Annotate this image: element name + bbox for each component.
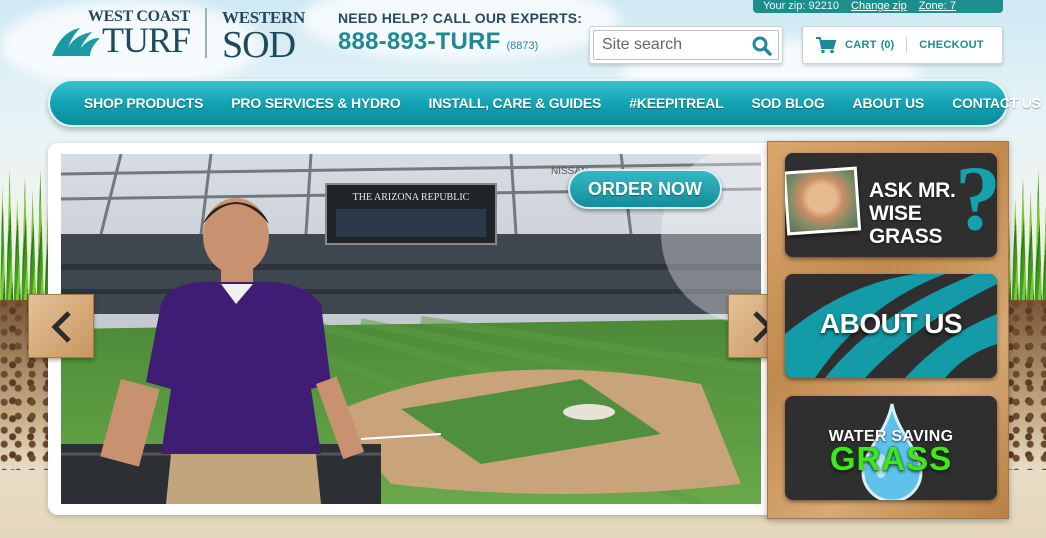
main-nav: SHOP PRODUCTS PRO SERVICES & HYDRO INSTA… <box>48 79 1041 127</box>
help-contact: NEED HELP? CALL OUR EXPERTS: 888-893-TUR… <box>338 10 582 56</box>
western-sod-logo[interactable]: WESTERN SOD <box>222 8 312 64</box>
nav-contact-us[interactable]: CONTACT US <box>938 95 1046 111</box>
nav-keepitreal[interactable]: #KEEPITREAL <box>615 95 737 111</box>
cart-box: CART (0) CHECKOUT <box>802 26 1003 64</box>
phone-digits: (8873) <box>506 40 539 52</box>
about-promo-label: ABOUT US <box>819 308 963 339</box>
hero-slider: THE ARIZONA REPUBLIC NISSAN ORDER NOW <box>48 143 778 515</box>
ask-line2: WISE GRASS <box>869 202 943 248</box>
ask-promo-text: ASK MR. WISE GRASS <box>869 179 997 248</box>
cart-divider <box>906 37 908 53</box>
phone-number[interactable]: 888-893-TURF <box>338 28 500 56</box>
cart-icon[interactable] <box>815 36 837 54</box>
search-icon[interactable] <box>752 36 772 56</box>
cart-count: (0) <box>880 39 895 51</box>
water-saving-grass-promo[interactable]: WATER SAVING GRASS <box>785 396 997 500</box>
nav-pro-services[interactable]: PRO SERVICES & HYDRO <box>217 95 414 111</box>
nav-sod-blog[interactable]: SOD BLOG <box>737 95 838 111</box>
west-coast-turf-logo[interactable]: WEST COAST TURF <box>50 8 191 60</box>
mr-wise-grass-photo <box>785 166 862 236</box>
ask-line1: ASK MR. <box>869 179 956 202</box>
nav-install-care[interactable]: INSTALL, CARE & GUIDES <box>415 95 616 111</box>
nav-shop-products[interactable]: SHOP PRODUCTS <box>70 95 217 111</box>
location-strip: Your zip: 92210 Change zip Zone: 7 <box>753 0 1003 13</box>
order-now-button[interactable]: ORDER NOW <box>568 169 722 209</box>
zip-text: Your zip: 92210 <box>763 0 840 12</box>
logo-wct-bottom: TURF <box>101 20 191 60</box>
ask-mr-wise-grass-promo[interactable]: ? ASK MR. WISE GRASS <box>785 153 997 257</box>
scoreboard-text: THE ARIZONA REPUBLIC <box>353 192 470 203</box>
water-promo-line2: GRASS <box>829 440 953 477</box>
zone-link[interactable]: Zone: 7 <box>919 0 956 12</box>
nav-about-us[interactable]: ABOUT US <box>839 95 939 111</box>
chevron-left-icon <box>51 311 71 343</box>
promo-column: ? ASK MR. WISE GRASS ABOUT US WATER SAVI… <box>767 141 1009 519</box>
checkout-link[interactable]: CHECKOUT <box>919 39 984 51</box>
turf-swoosh-icon <box>52 28 100 56</box>
help-label: NEED HELP? CALL OUR EXPERTS: <box>338 10 583 26</box>
logo-divider <box>205 8 207 58</box>
logo-ws-bottom: SOD <box>222 24 296 66</box>
about-us-promo[interactable]: ABOUT US <box>785 274 997 378</box>
cart-link[interactable]: CART <box>845 39 877 51</box>
search-box <box>589 26 783 64</box>
slider-prev-button[interactable] <box>28 294 94 358</box>
change-zip-link[interactable]: Change zip <box>851 0 907 12</box>
